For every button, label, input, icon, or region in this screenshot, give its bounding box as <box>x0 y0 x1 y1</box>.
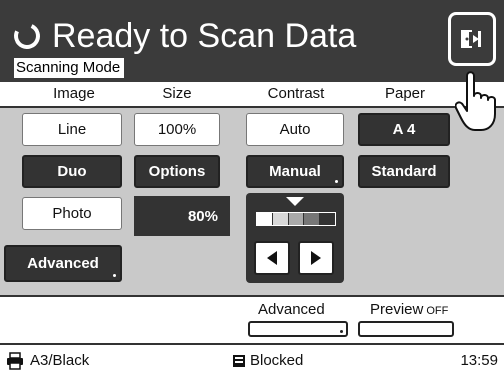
action-bar: Advanced Preview OFF <box>0 295 504 343</box>
contrast-increase-button[interactable] <box>298 241 334 275</box>
paper-status-text: A3/Black <box>30 352 90 369</box>
contrast-auto-button[interactable]: Auto <box>246 113 344 146</box>
image-line-button[interactable]: Line <box>22 113 122 146</box>
more-options-dot-icon <box>113 274 116 277</box>
clock: 13:59 <box>460 352 498 369</box>
column-header-size: Size <box>162 85 192 102</box>
paper-standard-button[interactable]: Standard <box>358 155 450 188</box>
left-arrow-icon <box>267 251 277 265</box>
status-bar: A3/Black Blocked 13:59 <box>0 343 504 376</box>
right-arrow-icon <box>311 251 321 265</box>
paper-a4-button[interactable]: A 4 <box>358 113 450 146</box>
contrast-manual-button[interactable]: Manual <box>246 155 344 188</box>
contrast-level-scale <box>256 212 336 226</box>
printer-icon <box>7 351 23 370</box>
more-options-dot-icon <box>335 180 338 183</box>
image-photo-button[interactable]: Photo <box>22 197 122 230</box>
column-header-contrast: Contrast <box>267 85 325 102</box>
more-options-dot-icon <box>340 330 343 333</box>
image-duo-button[interactable]: Duo <box>22 155 122 188</box>
header-bar: Ready to Scan Data Scanning Mode <box>0 0 504 82</box>
contrast-level-marker-icon <box>286 197 304 206</box>
blocked-icon <box>233 354 245 367</box>
contrast-decrease-button[interactable] <box>254 241 290 275</box>
column-header-paper: Paper <box>384 85 426 102</box>
page-title-text: Ready to Scan Data <box>52 16 357 55</box>
hand-pointer-icon <box>455 71 496 131</box>
preview-toggle-button[interactable] <box>358 321 454 337</box>
exit-button[interactable] <box>448 12 496 66</box>
advanced-action-button[interactable] <box>248 321 348 337</box>
exit-door-icon <box>461 30 481 48</box>
advanced-action-label: Advanced <box>258 301 325 318</box>
scanning-spinner-icon <box>10 19 44 53</box>
column-header-row: Image Size Contrast Paper <box>0 82 504 108</box>
lock-status-text: Blocked <box>250 352 304 369</box>
size-100-button[interactable]: 100% <box>134 113 220 146</box>
image-advanced-label: Advanced <box>27 255 99 272</box>
mode-label: Scanning Mode <box>14 58 125 78</box>
paper-status: A3/Black <box>6 345 89 376</box>
settings-panel: Line Duo Photo Advanced 100% Options 80%… <box>0 108 504 295</box>
preview-label: Preview OFF <box>370 301 448 318</box>
contrast-adjuster <box>246 193 344 283</box>
contrast-manual-label: Manual <box>269 163 321 180</box>
preview-state: OFF <box>426 305 449 317</box>
lock-status: Blocked <box>232 345 303 376</box>
page-title: Ready to Scan Data <box>10 14 357 58</box>
image-advanced-button[interactable]: Advanced <box>4 245 122 282</box>
column-header-image: Image <box>53 85 95 102</box>
preview-label-text: Preview <box>370 301 424 318</box>
size-options-button[interactable]: Options <box>134 155 220 188</box>
size-value-display: 80% <box>134 196 230 236</box>
